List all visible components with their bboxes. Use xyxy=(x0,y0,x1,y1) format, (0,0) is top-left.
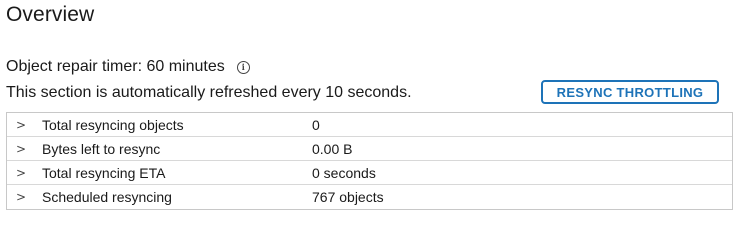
resync-throttling-button[interactable]: RESYNC THROTTLING xyxy=(541,80,719,104)
row-value: 767 objects xyxy=(312,189,384,205)
chevron-right-icon[interactable]: > xyxy=(16,166,32,180)
row-value: 0 xyxy=(312,116,320,133)
table-row-scheduled-resyncing[interactable]: > Scheduled resyncing 767 objects xyxy=(7,185,732,209)
table-row-total-resyncing-objects[interactable]: > Total resyncing objects 0 xyxy=(7,113,732,137)
repair-timer-text: Object repair timer: 60 minutes xyxy=(6,58,225,75)
chevron-right-icon[interactable]: > xyxy=(16,142,32,156)
row-label: Total resyncing objects xyxy=(42,116,184,133)
row-value: 0.00 B xyxy=(312,140,353,157)
info-icon[interactable]: i xyxy=(236,60,250,74)
repair-timer-line: Object repair timer: 60 minutes i xyxy=(6,58,250,76)
table-row-total-resyncing-eta[interactable]: > Total resyncing ETA 0 seconds xyxy=(7,161,732,185)
chevron-right-icon[interactable]: > xyxy=(16,190,32,204)
resync-summary-table: > Total resyncing objects 0 > Bytes left… xyxy=(6,112,733,210)
refresh-notice: This section is automatically refreshed … xyxy=(6,84,412,101)
row-label: Total resyncing ETA xyxy=(42,164,166,181)
row-value: 0 seconds xyxy=(312,164,376,181)
row-label: Scheduled resyncing xyxy=(42,189,172,205)
page-title: Overview xyxy=(6,3,95,26)
table-row-bytes-left[interactable]: > Bytes left to resync 0.00 B xyxy=(7,137,732,161)
chevron-right-icon[interactable]: > xyxy=(16,118,32,132)
row-label: Bytes left to resync xyxy=(42,140,161,157)
